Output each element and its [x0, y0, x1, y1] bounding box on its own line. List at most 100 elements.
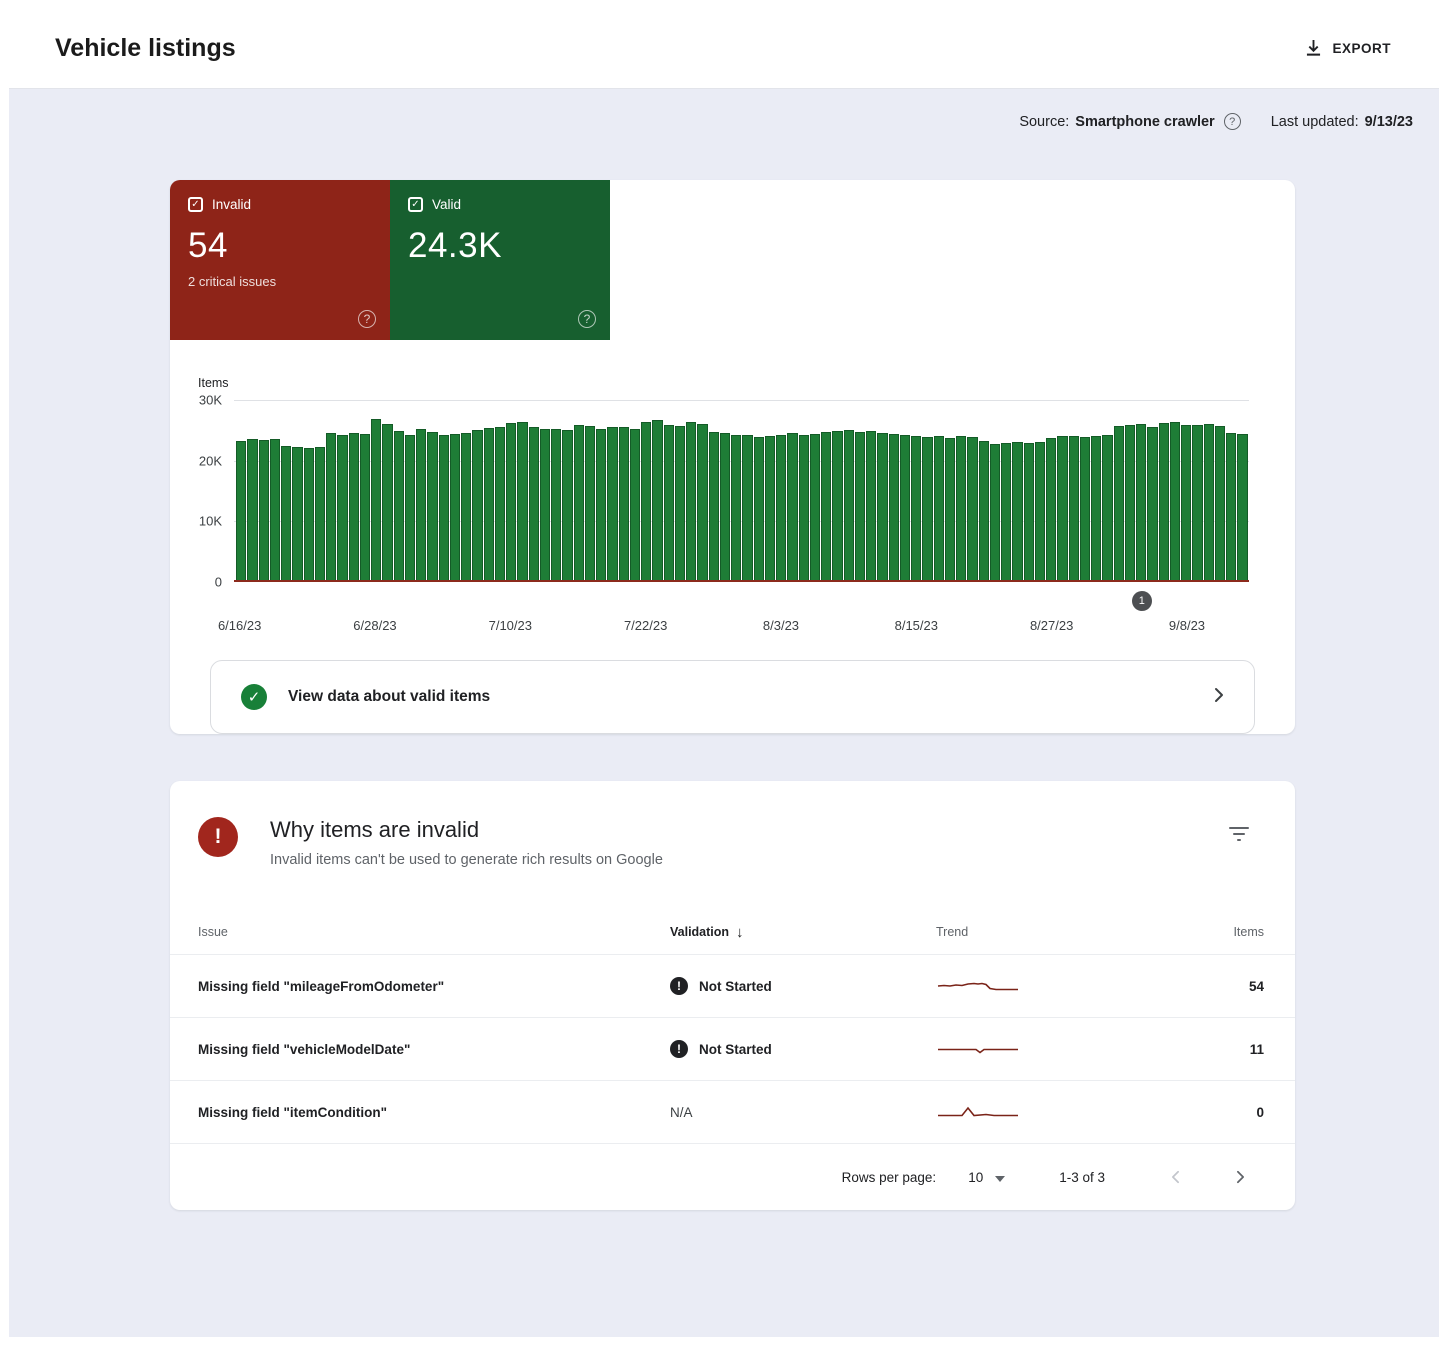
chart-bar[interactable] [844, 430, 854, 582]
export-button[interactable]: EXPORT [1296, 31, 1401, 67]
chart-bar[interactable] [1181, 425, 1191, 582]
chart-bar[interactable] [326, 433, 336, 582]
source-help-icon[interactable]: ? [1224, 113, 1241, 130]
chart-bar[interactable] [686, 422, 696, 582]
chart-bar[interactable] [630, 429, 640, 582]
chart-bar[interactable] [641, 422, 651, 582]
chart-bar[interactable] [529, 427, 539, 582]
valid-help-icon[interactable]: ? [578, 310, 596, 328]
valid-checkbox[interactable]: ✓ [408, 197, 423, 212]
chart-bar[interactable] [709, 432, 719, 582]
chart-bar[interactable] [1147, 427, 1157, 582]
chart-bar[interactable] [484, 428, 494, 582]
chart-bar[interactable] [1136, 424, 1146, 582]
chart-bar[interactable] [877, 433, 887, 582]
chart-bar[interactable] [799, 435, 809, 582]
rows-per-page-select[interactable]: 10 [968, 1170, 1005, 1185]
chart-bar[interactable] [574, 425, 584, 582]
chart-bar[interactable] [619, 427, 629, 582]
chart-bar[interactable] [304, 448, 314, 582]
chart-bar[interactable] [664, 425, 674, 582]
chart-bar[interactable] [427, 432, 437, 582]
chart-bar[interactable] [292, 447, 302, 582]
chart-bar[interactable] [1226, 433, 1236, 582]
chart-bar[interactable] [382, 424, 392, 582]
chart-bar[interactable] [540, 429, 550, 582]
chart-bar[interactable] [979, 441, 989, 582]
chart-bar[interactable] [675, 426, 685, 582]
chart-bar[interactable] [259, 440, 269, 582]
chart-bar[interactable] [394, 431, 404, 582]
chart-bar[interactable] [1012, 442, 1022, 582]
issue-row-itemCondition[interactable]: Missing field "itemCondition" N/A 0 [170, 1080, 1295, 1143]
chart-bar[interactable] [1091, 436, 1101, 582]
chart-bar[interactable] [697, 424, 707, 582]
chart-bar[interactable] [1102, 435, 1112, 582]
header-validation-sort[interactable]: Validation ↓ [670, 924, 936, 941]
chart-bar[interactable] [607, 427, 617, 582]
invalid-help-icon[interactable]: ? [358, 310, 376, 328]
chart-bar[interactable] [754, 437, 764, 582]
chart-bar[interactable] [349, 433, 359, 582]
chart-bar[interactable] [517, 422, 527, 582]
chart-bar[interactable] [472, 430, 482, 582]
chart-bar[interactable] [1204, 424, 1214, 582]
chart-bar[interactable] [1125, 425, 1135, 582]
chart-bar[interactable] [585, 426, 595, 582]
chart-bar[interactable] [776, 435, 786, 582]
view-valid-items-button[interactable]: ✓ View data about valid items [210, 660, 1255, 734]
chart-bar[interactable] [495, 427, 505, 582]
chart-bar[interactable] [934, 436, 944, 582]
invalid-checkbox[interactable]: ✓ [188, 197, 203, 212]
chart-bar[interactable] [1046, 438, 1056, 582]
valid-card[interactable]: ✓ Valid 24.3K ? [390, 180, 610, 340]
chart-bar[interactable] [720, 433, 730, 582]
chart-bar[interactable] [765, 436, 775, 582]
chart-bar[interactable] [360, 434, 370, 582]
chart-bar[interactable] [922, 437, 932, 582]
chart-bar[interactable] [866, 431, 876, 582]
chart-bar[interactable] [1192, 425, 1202, 582]
chart-bar[interactable] [1080, 437, 1090, 582]
chart-bar[interactable] [416, 429, 426, 582]
chart-bar[interactable] [900, 435, 910, 582]
chart-bar[interactable] [911, 436, 921, 582]
chart-bar[interactable] [1215, 426, 1225, 582]
chart-bar[interactable] [810, 434, 820, 582]
chart-bar[interactable] [337, 435, 347, 582]
chart-bar[interactable] [787, 433, 797, 582]
chart-bar[interactable] [821, 432, 831, 582]
chart-annotation-marker[interactable]: 1 [1132, 591, 1152, 611]
issue-row-mileageFromOdometer[interactable]: Missing field "mileageFromOdometer" ! No… [170, 954, 1295, 1017]
previous-page-button[interactable] [1163, 1164, 1188, 1190]
chart-bar[interactable] [450, 434, 460, 582]
chart-bar[interactable] [405, 435, 415, 582]
chart-bar[interactable] [855, 432, 865, 582]
chart-bar[interactable] [1170, 422, 1180, 582]
chart-bar[interactable] [596, 429, 606, 582]
chart-bar[interactable] [832, 431, 842, 582]
chart-bar[interactable] [1001, 443, 1011, 582]
chart-bar[interactable] [247, 439, 257, 582]
chart-bar[interactable] [315, 447, 325, 582]
next-page-button[interactable] [1228, 1164, 1253, 1190]
filter-icon[interactable] [1223, 821, 1255, 853]
chart-bar[interactable] [551, 429, 561, 582]
chart-bar[interactable] [439, 435, 449, 582]
chart-bar[interactable] [1237, 434, 1247, 582]
chart-bar[interactable] [1069, 436, 1079, 582]
chart-bar[interactable] [956, 436, 966, 582]
chart-bar[interactable] [1114, 426, 1124, 582]
chart-bar[interactable] [1159, 423, 1169, 582]
chart-bar[interactable] [889, 434, 899, 582]
chart-bar[interactable] [990, 444, 1000, 582]
invalid-card[interactable]: ✓ Invalid 54 2 critical issues ? [170, 180, 390, 340]
chart-bar[interactable] [731, 435, 741, 582]
chart-bar[interactable] [1024, 443, 1034, 582]
chart-bar[interactable] [371, 419, 381, 582]
chart-bar[interactable] [1057, 436, 1067, 582]
chart-bar[interactable] [1035, 442, 1045, 582]
chart-bar[interactable] [506, 423, 516, 582]
chart-bar[interactable] [236, 441, 246, 582]
chart-bar[interactable] [967, 437, 977, 582]
